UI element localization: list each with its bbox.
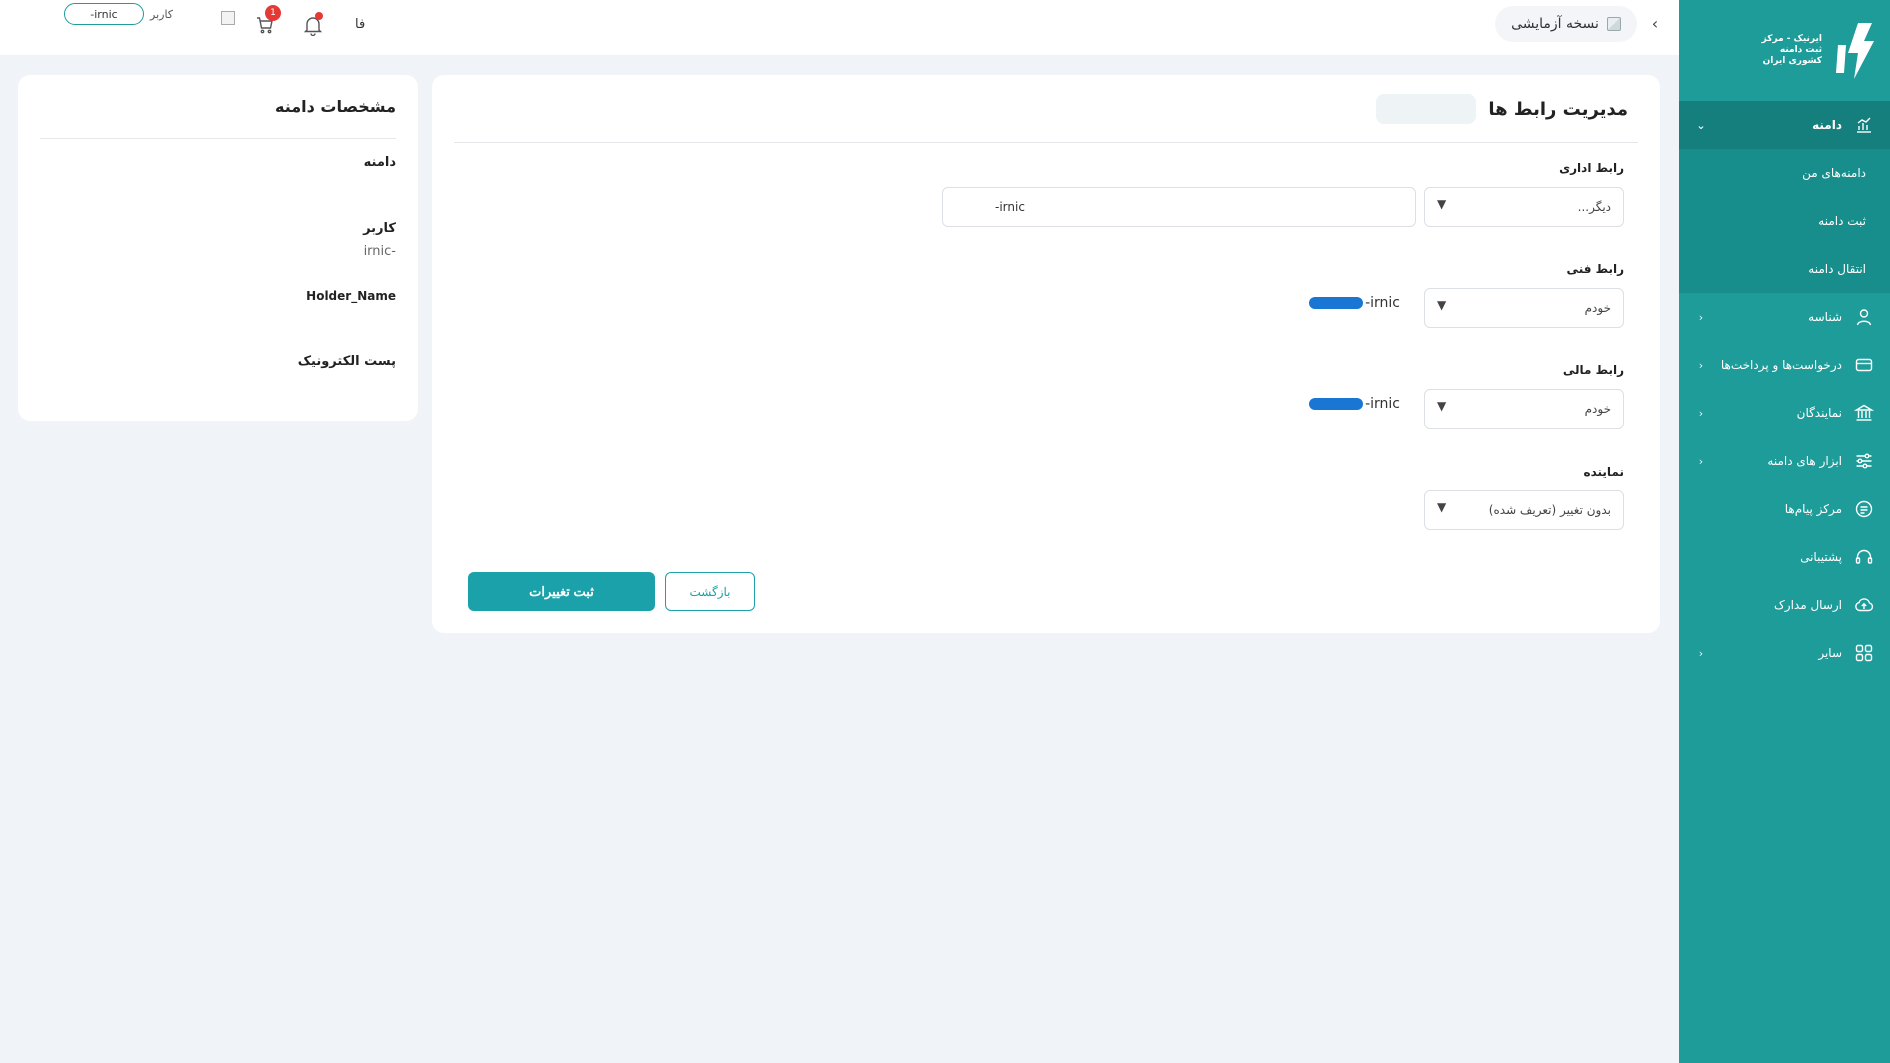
handle-text: -irnic	[1365, 295, 1400, 311]
caret-down-icon: ▼	[1437, 399, 1447, 413]
title-chip	[1376, 94, 1477, 124]
notification-dot	[315, 12, 324, 20]
finance-contact-label: رابط مالی	[1562, 363, 1624, 377]
domain-label: دامنه	[363, 155, 396, 170]
domain-submenu: دامنه‌های من ثبت دامنه انتقال دامنه	[1679, 149, 1890, 293]
sidebar-item-label: نمایندگان	[1796, 406, 1842, 420]
sidebar-item-other[interactable]: سایر ‹	[1679, 629, 1890, 677]
chevron-left-icon: ‹	[1698, 646, 1704, 660]
sidebar-subitem-transfer-domain[interactable]: انتقال دامنه	[1679, 245, 1890, 293]
finance-contact-select[interactable]: خودم ▼	[1424, 389, 1624, 429]
sidebar-item-label: شناسه	[1808, 310, 1842, 324]
headset-icon	[1854, 547, 1874, 567]
sidebar-item-domain[interactable]: دامنه ⌄	[1679, 101, 1890, 149]
collapse-sidebar-chevron-icon[interactable]: ›	[1645, 14, 1665, 34]
sidebar-item-label: درخواست‌ها و پرداخت‌ها	[1720, 358, 1842, 372]
sidebar-item-domain-tools[interactable]: ابزار های دامنه ‹	[1679, 437, 1890, 485]
caret-down-icon: ▼	[1437, 197, 1447, 211]
cart-count-badge: 1	[265, 5, 282, 21]
env-image-icon	[1606, 17, 1621, 31]
admin-contact-label: رابط اداری	[1559, 161, 1624, 175]
caret-down-icon: ▼	[1437, 500, 1447, 514]
page-title: مدیریت رابط ها	[1488, 98, 1628, 120]
sidebar-item-label: دامنه	[1812, 118, 1842, 132]
select-value: دیگر...	[1577, 200, 1611, 214]
user-label: کاربر	[150, 7, 174, 21]
divider	[40, 138, 396, 139]
logo-text: ایرنیک - مرکز ثبت دامنه کشوری ایران	[1761, 34, 1822, 66]
sidebar-subitem-my-domains[interactable]: دامنه‌های من	[1679, 149, 1890, 197]
sidebar-item-send-documents[interactable]: ارسال مدارک	[1679, 581, 1890, 629]
logo[interactable]: ایرنیک - مرکز ثبت دامنه کشوری ایران	[1679, 0, 1890, 101]
bank-icon	[1854, 403, 1874, 423]
tech-contact-label: رابط فنی	[1566, 262, 1624, 276]
sliders-icon	[1854, 451, 1874, 471]
language-switch[interactable]: فا	[355, 17, 365, 32]
user-handle-pill[interactable]: -irnic	[64, 3, 144, 25]
agent-label: نماینده	[1583, 465, 1624, 479]
upload-icon	[1854, 595, 1874, 615]
sidebar-item-agents[interactable]: نمایندگان ‹	[1679, 389, 1890, 437]
env-badge[interactable]: نسخه آزمایشی	[1495, 6, 1637, 42]
user-icon	[1854, 307, 1874, 327]
agent-select[interactable]: بدون تغییر (تعریف شده) ▼	[1424, 490, 1624, 530]
chevron-left-icon: ‹	[1698, 358, 1704, 372]
topbar: › نسخه آزمایشی -irnic کاربر 1 فا	[0, 0, 1679, 55]
env-label: نسخه آزمایشی	[1511, 16, 1599, 32]
admin-contact-select[interactable]: دیگر... ▼	[1424, 187, 1624, 227]
user-label: کاربر	[363, 221, 396, 236]
chevron-left-icon: ‹	[1698, 406, 1704, 420]
cart-button[interactable]: 1	[255, 5, 282, 35]
avatar-image-icon[interactable]	[221, 11, 236, 25]
select-value: خودم	[1584, 301, 1611, 315]
caret-down-icon: ▼	[1437, 298, 1447, 312]
sidebar-subitem-register-domain[interactable]: ثبت دامنه	[1679, 197, 1890, 245]
sidebar-item-messages[interactable]: مرکز پیام‌ها	[1679, 485, 1890, 533]
chevron-left-icon: ‹	[1698, 454, 1704, 468]
admin-contact-input[interactable]	[942, 187, 1416, 227]
sidebar-item-label: ابزار های دامنه	[1767, 454, 1842, 468]
domain-details-card: مشخصات دامنه دامنه کاربر -irnic Holder_N…	[18, 75, 418, 421]
redaction-mark	[1309, 297, 1364, 309]
sidebar-item-identity[interactable]: شناسه ‹	[1679, 293, 1890, 341]
submit-changes-button[interactable]: ثبت تغییرات	[468, 572, 655, 611]
notifications-button[interactable]	[303, 12, 324, 37]
select-value: بدون تغییر (تعریف شده)	[1488, 503, 1611, 517]
sidebar-item-label: سایر	[1818, 646, 1842, 660]
redaction-mark	[1309, 398, 1364, 410]
sidebar-item-support[interactable]: پشتیبانی	[1679, 533, 1890, 581]
back-button[interactable]: بازگشت	[665, 572, 755, 611]
tech-contact-select[interactable]: خودم ▼	[1424, 288, 1624, 328]
details-title: مشخصات دامنه	[275, 97, 396, 116]
card-icon	[1854, 355, 1874, 375]
message-icon	[1854, 499, 1874, 519]
topbar-actions: -irnic کاربر 1 فا	[64, 0, 365, 46]
sidebar-item-label: پشتیبانی	[1800, 550, 1842, 564]
irnic-logo-icon	[1836, 22, 1874, 79]
grid-icon	[1854, 643, 1874, 663]
finance-contact-handle: -irnic	[1309, 396, 1400, 412]
chevron-left-icon: ‹	[1698, 310, 1704, 324]
card-header: مدیریت رابط ها	[432, 75, 1660, 143]
select-value: خودم	[1584, 402, 1611, 416]
contacts-management-card: مدیریت رابط ها رابط اداری دیگر... ▼ رابط…	[432, 75, 1660, 633]
email-label: پست الکترونیک	[297, 354, 396, 369]
holder-name-label: Holder_Name	[306, 289, 396, 303]
chart-icon	[1854, 115, 1874, 135]
handle-text: -irnic	[1365, 396, 1400, 412]
tech-contact-handle: -irnic	[1309, 295, 1400, 311]
sidebar-item-label: ارسال مدارک	[1774, 598, 1842, 612]
sidebar: ایرنیک - مرکز ثبت دامنه کشوری ایران دامن…	[1679, 0, 1890, 1063]
divider	[454, 142, 1638, 143]
sidebar-item-label: مرکز پیام‌ها	[1784, 502, 1842, 516]
chevron-down-icon: ⌄	[1696, 118, 1706, 132]
user-value: -irnic	[363, 244, 396, 259]
sidebar-item-requests[interactable]: درخواست‌ها و پرداخت‌ها ‹	[1679, 341, 1890, 389]
